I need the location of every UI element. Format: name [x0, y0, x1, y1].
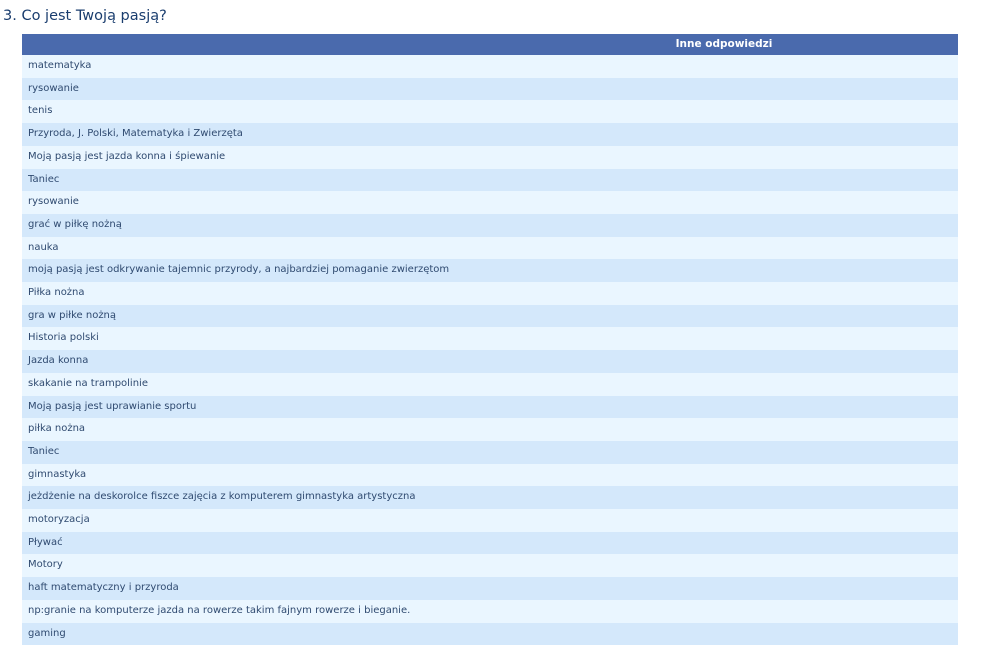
- answer-cell: Jazda konna: [22, 350, 958, 373]
- table-row: matematyka: [22, 55, 958, 78]
- table-row: Moją pasją jest uprawianie sportu: [22, 395, 958, 419]
- table-row: gaming: [22, 622, 958, 646]
- table-row: grać w piłkę nożną: [22, 213, 958, 237]
- answer-cell: Taniec: [22, 440, 958, 464]
- table-row: Motory: [22, 554, 958, 578]
- table-row: nauka: [22, 236, 958, 260]
- answer-cell: rysowanie: [22, 191, 958, 214]
- other-answers-table: Inne odpowiedzi matematyka rysowanie tenis…: [22, 34, 958, 646]
- answer-cell: Pływać: [22, 531, 958, 555]
- answer-cell: motoryzacja: [22, 509, 958, 532]
- table-row: Przyroda, J. Polski, Matematyka i Zwierz…: [22, 123, 958, 146]
- answer-cell: grać w piłkę nożną: [22, 213, 958, 237]
- question-title: 3. Co jest Twoją pasją?: [3, 8, 167, 24]
- table-row: rysowanie: [22, 77, 958, 101]
- answer-cell: Piłka nożna: [22, 282, 958, 305]
- answer-cell: nauka: [22, 236, 958, 260]
- answer-cell: piłka nożna: [22, 418, 958, 441]
- answer-cell: Moją pasją jest jazda konna i śpiewanie: [22, 145, 958, 169]
- answer-cell: moją pasją jest odkrywanie tajemnic przy…: [22, 259, 958, 283]
- table-row: jeżdżenie na deskorolce fiszce zajęcia z…: [22, 486, 958, 510]
- answer-cell: gaming: [22, 622, 958, 646]
- table-row: Taniec: [22, 168, 958, 192]
- table-row: moją pasją jest odkrywanie tajemnic przy…: [22, 259, 958, 283]
- answer-cell: jeżdżenie na deskorolce fiszce zajęcia z…: [22, 486, 958, 510]
- answer-cell: Przyroda, J. Polski, Matematyka i Zwierz…: [22, 123, 958, 146]
- table-row: Piłka nożna: [22, 282, 958, 305]
- table-row: Taniec: [22, 440, 958, 464]
- table-row: Pływać: [22, 531, 958, 555]
- answer-cell: gimnastyka: [22, 463, 958, 487]
- table-row: Historia polski: [22, 327, 958, 351]
- answer-cell: Moją pasją jest uprawianie sportu: [22, 395, 958, 419]
- answer-cell: gra w piłke nożną: [22, 304, 958, 328]
- column-header-other-answers: Inne odpowiedzi: [22, 34, 958, 55]
- answer-cell: np:granie na komputerze jazda na rowerze…: [22, 599, 958, 623]
- answer-cell: rysowanie: [22, 77, 958, 101]
- answer-cell: Motory: [22, 554, 958, 578]
- table-row: haft matematyczny i przyroda: [22, 577, 958, 600]
- table-row: Jazda konna: [22, 350, 958, 373]
- answer-cell: skakanie na trampolinie: [22, 372, 958, 396]
- answers-body: matematyka rysowanie tenis Przyroda, J. Pol…: [22, 55, 958, 646]
- table-row: Moją pasją jest jazda konna i śpiewanie: [22, 145, 958, 169]
- answer-cell: tenis: [22, 100, 958, 124]
- survey-page: 3. Co jest Twoją pasją? Inne odpowiedzi …: [0, 0, 1000, 647]
- table-row: gimnastyka: [22, 463, 958, 487]
- answer-cell: Taniec: [22, 168, 958, 192]
- table-row: motoryzacja: [22, 509, 958, 532]
- table-row: piłka nożna: [22, 418, 958, 441]
- table-row: np:granie na komputerze jazda na rowerze…: [22, 599, 958, 623]
- answer-cell: matematyka: [22, 55, 958, 78]
- answer-cell: haft matematyczny i przyroda: [22, 577, 958, 600]
- answer-cell: Historia polski: [22, 327, 958, 351]
- table-row: tenis: [22, 100, 958, 124]
- table-row: rysowanie: [22, 191, 958, 214]
- table-header-row: Inne odpowiedzi: [22, 34, 958, 55]
- table-row: gra w piłke nożną: [22, 304, 958, 328]
- table-row: skakanie na trampolinie: [22, 372, 958, 396]
